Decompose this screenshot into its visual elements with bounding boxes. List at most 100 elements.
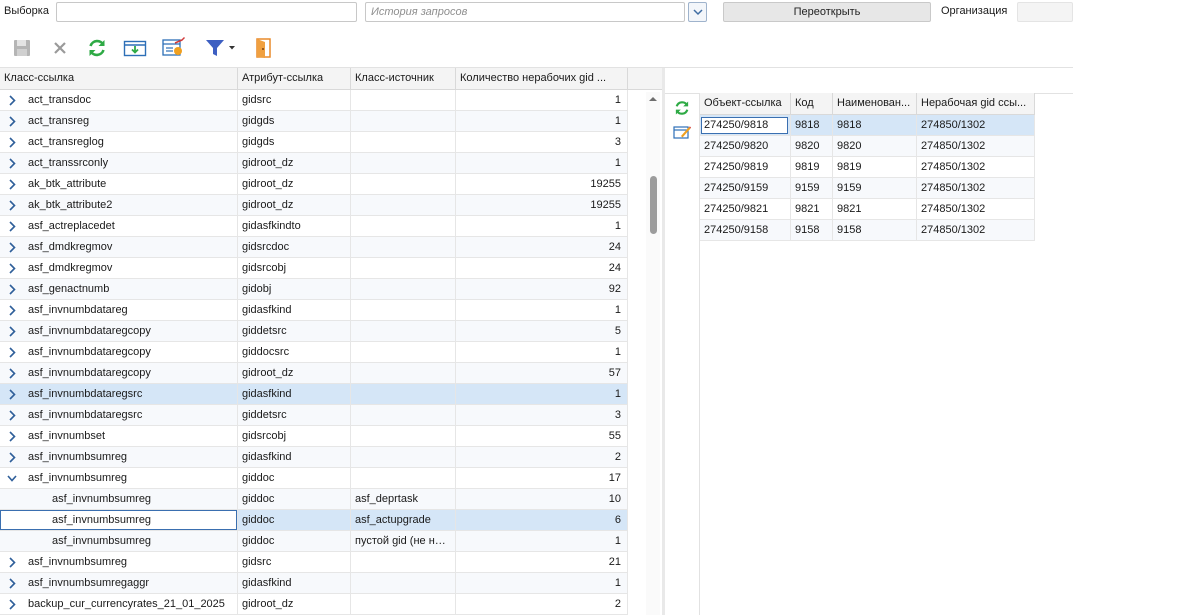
chevron-right-icon[interactable] bbox=[7, 179, 17, 190]
column-header-broken-gid[interactable]: Нерабочая gid ссы... bbox=[917, 93, 1035, 115]
chevron-right-icon[interactable] bbox=[7, 389, 17, 400]
cell-cls: asf_invnumbsumreg bbox=[0, 489, 238, 510]
table-row[interactable]: 274250/9820 9820 9820 274850/1302 bbox=[700, 136, 1035, 157]
cell-attr: giddetsrc bbox=[238, 405, 351, 426]
cell-count: 55 bbox=[456, 426, 628, 447]
table-row[interactable]: act_transreglog gidgds 3 bbox=[0, 132, 628, 153]
table-row[interactable]: asf_dmdkregmov gidsrcdoc 24 bbox=[0, 237, 628, 258]
column-header-name[interactable]: Наименован... bbox=[833, 93, 917, 115]
history-input[interactable] bbox=[366, 3, 684, 21]
table-row[interactable]: ak_btk_attribute2 gidroot_dz 19255 bbox=[0, 195, 628, 216]
chevron-right-icon[interactable] bbox=[7, 599, 17, 610]
chevron-right-icon[interactable] bbox=[7, 263, 17, 274]
table-row[interactable]: asf_invnumbsumreg gidsrc 21 bbox=[0, 552, 628, 573]
save-button[interactable] bbox=[9, 35, 35, 61]
cell-cls: asf_invnumbsumregaggr bbox=[0, 573, 238, 594]
table-row[interactable]: asf_invnumbdataregsrc giddetsrc 3 bbox=[0, 405, 628, 426]
chevron-down-icon[interactable] bbox=[7, 473, 17, 484]
table-row[interactable]: asf_invnumbsumreg giddoc пустой gid (не на… bbox=[0, 531, 628, 552]
cell-attr: giddoc bbox=[238, 489, 351, 510]
cell-cls: asf_invnumbsumreg bbox=[0, 531, 238, 552]
cell-count: 1 bbox=[456, 153, 628, 174]
exit-button[interactable] bbox=[250, 35, 276, 61]
chevron-right-icon[interactable] bbox=[7, 221, 17, 232]
report-settings-button[interactable] bbox=[160, 35, 186, 61]
chevron-right-icon[interactable] bbox=[7, 368, 17, 379]
table-row[interactable]: asf_actreplacedet gidasfkindto 1 bbox=[0, 216, 628, 237]
table-row[interactable]: asf_invnumbdataregsrc gidasfkind 1 bbox=[0, 384, 628, 405]
vertical-scrollbar-thumb[interactable] bbox=[650, 176, 657, 234]
cell-src: пустой gid (не найден) bbox=[351, 531, 456, 552]
cell-attr: gidsrcdoc bbox=[238, 237, 351, 258]
table-row[interactable]: asf_genactnumb gidobj 92 bbox=[0, 279, 628, 300]
table-row[interactable]: act_transdoc gidsrc 1 bbox=[0, 90, 628, 111]
selection-input[interactable] bbox=[57, 3, 356, 21]
table-row[interactable]: asf_invnumbdataregcopy giddocsrc 1 bbox=[0, 342, 628, 363]
table-row[interactable]: asf_invnumbdataregcopy giddetsrc 5 bbox=[0, 321, 628, 342]
cell-attr: gidasfkind bbox=[238, 573, 351, 594]
column-header-code[interactable]: Код bbox=[791, 93, 833, 115]
table-row[interactable]: 274250/9819 9819 9819 274850/1302 bbox=[700, 157, 1035, 178]
table-row[interactable]: ak_btk_attribute gidroot_dz 19255 bbox=[0, 174, 628, 195]
table-row[interactable]: asf_invnumbsumreg giddoc asf_actupgrade 6 bbox=[0, 510, 628, 531]
export-button[interactable] bbox=[122, 35, 148, 61]
column-header-broken-count[interactable]: Количество нерабочих gid ... bbox=[456, 68, 628, 90]
refresh-button[interactable] bbox=[84, 35, 110, 61]
delete-button[interactable] bbox=[47, 35, 73, 61]
column-header-attr-link[interactable]: Атрибут-ссылка bbox=[238, 68, 351, 90]
organization-label: Организация bbox=[941, 5, 1008, 17]
organization-input[interactable] bbox=[1018, 3, 1072, 21]
cell-attr: gidroot_dz bbox=[238, 153, 351, 174]
cell-src: asf_actupgrade bbox=[351, 510, 456, 531]
chevron-right-icon[interactable] bbox=[7, 557, 17, 568]
column-header-object-link[interactable]: Объект-ссылка bbox=[700, 93, 791, 115]
table-row[interactable]: asf_invnumbsumregaggr gidasfkind 1 bbox=[0, 573, 628, 594]
chevron-right-icon[interactable] bbox=[7, 95, 17, 106]
cell-attr: gidroot_dz bbox=[238, 195, 351, 216]
table-row[interactable]: asf_invnumbset gidsrcobj 55 bbox=[0, 426, 628, 447]
cell-attr: gidsrcobj bbox=[238, 258, 351, 279]
table-row[interactable]: asf_dmdkregmov gidsrcobj 24 bbox=[0, 258, 628, 279]
table-row[interactable]: act_transsrconly gidroot_dz 1 bbox=[0, 153, 628, 174]
cell-count: 1 bbox=[456, 90, 628, 111]
cell-gid: 274850/1302 bbox=[917, 220, 1035, 241]
chevron-right-icon[interactable] bbox=[7, 200, 17, 211]
chevron-right-icon[interactable] bbox=[7, 242, 17, 253]
chevron-right-icon[interactable] bbox=[7, 137, 17, 148]
table-row[interactable]: asf_invnumbsumreg giddoc 17 bbox=[0, 468, 628, 489]
column-header-source-class[interactable]: Класс-источник bbox=[351, 68, 456, 90]
cell-cls: asf_invnumbdataregcopy bbox=[0, 321, 238, 342]
chevron-right-icon[interactable] bbox=[7, 452, 17, 463]
table-row[interactable]: asf_invnumbdatareg gidasfkind 1 bbox=[0, 300, 628, 321]
history-dropdown-button[interactable] bbox=[688, 2, 707, 22]
chevron-right-icon[interactable] bbox=[7, 347, 17, 358]
table-row[interactable]: asf_invnumbdataregcopy gidroot_dz 57 bbox=[0, 363, 628, 384]
table-row[interactable]: backup_cur_currencyrates_21_01_2025 gidro… bbox=[0, 594, 628, 615]
chevron-right-icon[interactable] bbox=[7, 158, 17, 169]
selection-input-box bbox=[56, 2, 357, 22]
chevron-right-icon[interactable] bbox=[7, 578, 17, 589]
chevron-right-icon[interactable] bbox=[7, 305, 17, 316]
column-header-class-link[interactable]: Класс-ссылка bbox=[0, 68, 238, 90]
chevron-right-icon[interactable] bbox=[7, 326, 17, 337]
cell-cls: asf_dmdkregmov bbox=[0, 258, 238, 279]
cell-name: 9158 bbox=[833, 220, 917, 241]
reopen-button[interactable]: Переоткрыть bbox=[723, 2, 931, 22]
chevron-right-icon[interactable] bbox=[7, 116, 17, 127]
cell-count: 1 bbox=[456, 300, 628, 321]
table-row[interactable]: 274250/9159 9159 9159 274850/1302 bbox=[700, 178, 1035, 199]
vertical-scrollbar[interactable] bbox=[646, 92, 660, 615]
chevron-right-icon[interactable] bbox=[7, 284, 17, 295]
cell-attr: giddoc bbox=[238, 510, 351, 531]
right-refresh-button[interactable] bbox=[673, 99, 691, 117]
table-row[interactable]: 274250/9821 9821 9821 274850/1302 bbox=[700, 199, 1035, 220]
table-row[interactable]: 274250/9818 9818 9818 274850/1302 bbox=[700, 115, 1035, 136]
filter-button[interactable] bbox=[198, 35, 242, 61]
chevron-right-icon[interactable] bbox=[7, 431, 17, 442]
table-row[interactable]: act_transreg gidgds 1 bbox=[0, 111, 628, 132]
table-row[interactable]: 274250/9158 9158 9158 274850/1302 bbox=[700, 220, 1035, 241]
table-row[interactable]: asf_invnumbsumreg gidasfkind 2 bbox=[0, 447, 628, 468]
right-edit-button[interactable] bbox=[673, 124, 691, 140]
chevron-right-icon[interactable] bbox=[7, 410, 17, 421]
table-row[interactable]: asf_invnumbsumreg giddoc asf_deprtask 10 bbox=[0, 489, 628, 510]
